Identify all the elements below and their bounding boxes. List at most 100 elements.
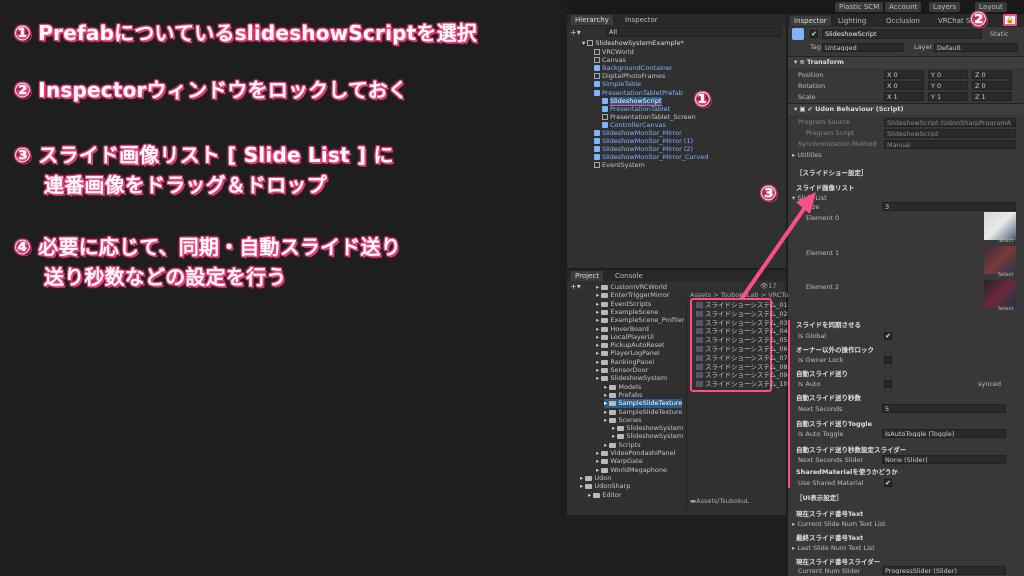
tab-lighting[interactable]: Lighting (834, 16, 870, 26)
transform-pos-field[interactable]: Y 0 (928, 70, 968, 79)
static-toggle[interactable]: Static (990, 30, 1009, 39)
texture-file[interactable]: スライドショーシステム_02 (696, 310, 788, 319)
ui-section-label: ［UI表示設定］ (796, 494, 843, 502)
transform-scl-field[interactable]: Y 1 (928, 92, 968, 101)
project-add-icon[interactable]: +▾ (570, 282, 581, 291)
add-icon[interactable]: +▾ (570, 28, 581, 37)
element-0-select[interactable]: Select (998, 237, 1013, 246)
folder-icon (601, 376, 609, 382)
step-1-text: ① PrefabについているslideshowScriptを選択 (14, 21, 478, 45)
auto-jp-label: 自動スライド送り (796, 370, 848, 378)
tag-dropdown[interactable]: Untagged (822, 43, 904, 52)
shared-jp-label: SharedMaterialを使うかどうか (796, 468, 898, 476)
transform-pos-field[interactable]: X 0 (884, 70, 924, 79)
element-1-select[interactable]: Select (998, 271, 1013, 280)
is-global-checkbox[interactable]: ✔ (884, 332, 892, 340)
cur-num-foldout[interactable]: ▸ Current Slide Num Text List (792, 520, 886, 529)
hierarchy-item[interactable]: EventSystem (594, 161, 645, 170)
project-footer-path: ▬Assets/TsubokuL (690, 497, 750, 505)
tab-hierarchy[interactable]: Hierarchy (571, 15, 613, 25)
transform-header[interactable]: ▾ ⊕ Transform (788, 56, 1024, 68)
sync-method-dropdown[interactable]: Manual (884, 140, 1016, 149)
gameobject-icon (594, 49, 600, 55)
layer-dropdown[interactable]: Default (934, 43, 1018, 52)
tab-inspector[interactable]: Inspector (790, 16, 831, 26)
tab-occlusion[interactable]: Occlusion (882, 16, 924, 26)
inspector-tabbar: Inspector Lighting Occlusion VRChat SD (788, 14, 1024, 27)
lock-icon[interactable]: 🔒 (1003, 14, 1017, 26)
last-num-foldout[interactable]: ▸ Last Slide Num Text List (792, 544, 875, 553)
seconds-jp-label: 自動スライド送り秒数 (796, 394, 861, 402)
is-owner-lock-checkbox[interactable] (884, 356, 892, 364)
prefab-icon (594, 130, 600, 136)
texture-file[interactable]: スライドショーシステム_03 (696, 319, 788, 328)
drag-arrow (740, 192, 816, 300)
project-folder[interactable]: ▸ Editor (588, 491, 622, 500)
texture-file[interactable]: スライドショーシステム_09 (696, 371, 788, 380)
element-0-thumbnail[interactable] (984, 212, 1016, 240)
folder-icon (601, 285, 609, 290)
folder-icon (601, 359, 609, 365)
marker-2: ② (970, 7, 987, 31)
folder-icon (601, 301, 609, 307)
texture-file[interactable]: スライドショーシステム_10 (696, 380, 788, 389)
folder-icon (609, 409, 617, 415)
program-script-label: Program Script (806, 129, 855, 137)
folder-icon (601, 293, 609, 299)
transform-rot-field[interactable]: Y 0 (928, 81, 968, 90)
rotation-label: Rotation (798, 82, 826, 90)
accent-bar (788, 320, 790, 488)
active-checkbox[interactable]: ✔ (810, 30, 818, 38)
texture-file[interactable]: スライドショーシステム_04 (696, 327, 788, 336)
texture-file[interactable]: スライドショーシステム_07 (696, 354, 788, 363)
folder-icon (617, 434, 625, 440)
scene-root[interactable]: ▾ SlideshowSystemExample* (582, 39, 684, 48)
program-source-field[interactable]: SlideshowScript (UdonSharpProgramA (884, 118, 1016, 127)
udon-behaviour-header[interactable]: ▾ ▣ ✔ Udon Behaviour (Script) (788, 103, 1024, 115)
texture-file[interactable]: スライドショーシステム_08 (696, 363, 788, 372)
program-script-field[interactable]: SlideshowScript (884, 129, 1016, 138)
cur-num-slider-field[interactable]: ProgressSlider (Slider) (882, 566, 1006, 575)
transform-scl-field[interactable]: X 1 (884, 92, 924, 101)
account-button[interactable]: Account (885, 2, 922, 12)
is-auto-label: Is Auto (798, 380, 821, 388)
next-seconds-field[interactable]: 5 (882, 404, 1006, 413)
folder-icon (601, 351, 609, 357)
texture-icon (696, 328, 703, 335)
transform-rot-field[interactable]: Z 0 (972, 81, 1012, 90)
gameobject-icon (594, 57, 600, 64)
folder-icon (609, 442, 617, 448)
transform-rot-field[interactable]: X 0 (884, 81, 924, 90)
next-seconds-slider-field[interactable]: None (Slider) (882, 455, 1006, 464)
use-shared-checkbox[interactable]: ✔ (884, 479, 892, 487)
object-name-field[interactable]: SlideshowScript (822, 29, 982, 39)
cur-num-jp-label: 現在スライド番号Text (796, 510, 864, 518)
plastic-scm-button[interactable]: Plastic SCM (835, 2, 884, 12)
tab-console[interactable]: Console (611, 271, 647, 281)
transform-pos-field[interactable]: Z 0 (972, 70, 1012, 79)
texture-file[interactable]: スライドショーシステム_06 (696, 345, 788, 354)
element-1-thumbnail[interactable] (984, 246, 1016, 274)
tag-label: Tag (810, 43, 822, 51)
folder-icon (609, 401, 617, 407)
toggle-jp-label: 自動スライド送りToggle (796, 420, 872, 428)
element-2-thumbnail[interactable] (984, 280, 1016, 308)
folder-icon (585, 484, 593, 490)
gameobject-icon (602, 113, 608, 120)
size-field[interactable]: 3 (882, 202, 1016, 211)
is-auto-toggle-label: Is Auto Toggle (798, 430, 844, 438)
is-auto-checkbox[interactable] (884, 380, 892, 388)
prefab-icon (602, 97, 608, 104)
tab-inspector-small[interactable]: Inspector (621, 15, 662, 25)
texture-icon (696, 302, 703, 308)
texture-icon (696, 372, 703, 379)
transform-scl-field[interactable]: Z 1 (972, 92, 1012, 101)
hierarchy-search-input[interactable]: All (606, 27, 782, 37)
layers-button[interactable]: Layers (929, 2, 961, 12)
texture-file[interactable]: スライドショーシステム_05 (696, 336, 788, 345)
folder-icon (601, 368, 609, 373)
tab-project[interactable]: Project (571, 271, 603, 281)
utilities-foldout[interactable]: ▸ Utilities (792, 151, 822, 160)
element-2-select[interactable]: Select (998, 305, 1013, 314)
is-auto-toggle-field[interactable]: IsAutoToggle (Toggle) (882, 429, 1006, 438)
